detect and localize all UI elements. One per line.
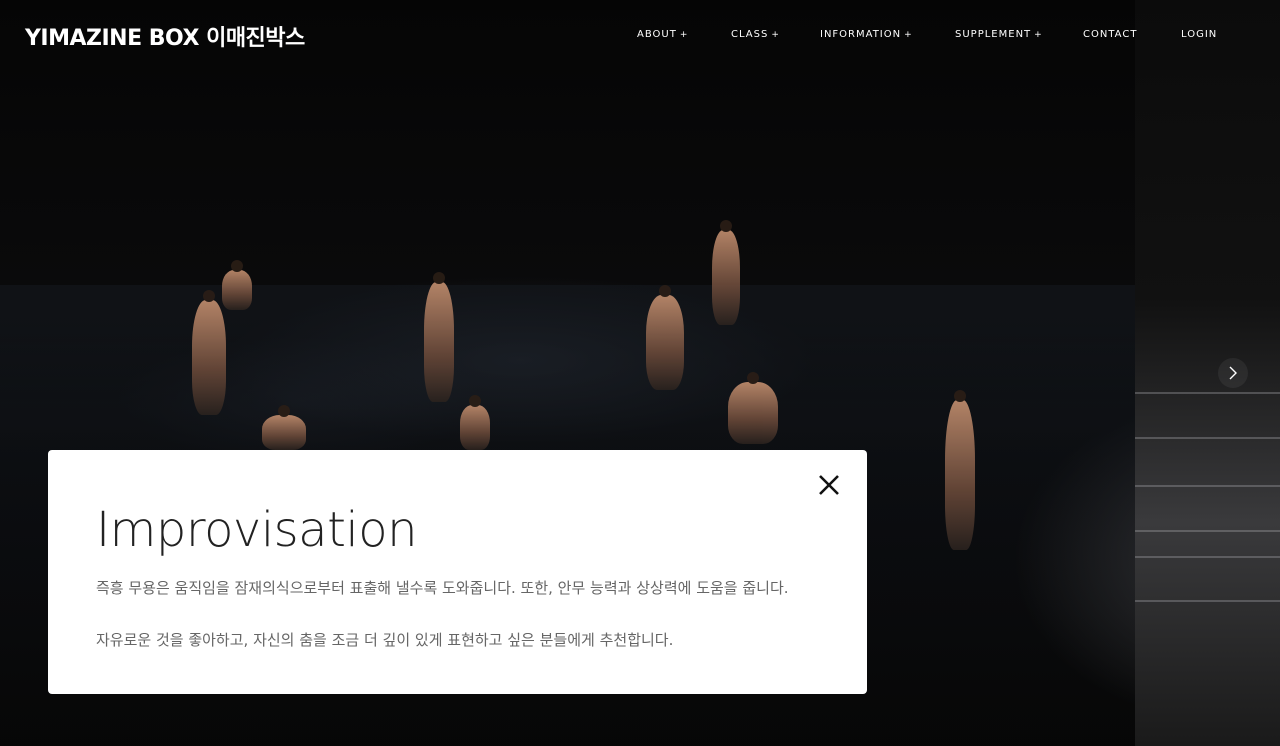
dancer-figure (262, 405, 306, 450)
slider-next-button[interactable] (1218, 358, 1248, 388)
dancer-figure (460, 395, 490, 450)
nav-label: INFORMATION (820, 29, 902, 40)
nav-label: SUPPLEMENT (955, 29, 1032, 40)
chevron-right-icon (1229, 366, 1237, 380)
dancer-figure (222, 260, 252, 310)
site-header: YIMAZINE BOX 이매진박스 ABOUT + CLASS + INFORMA… (0, 0, 1280, 70)
main-nav: ABOUT + CLASS + INFORMATION + SUPPLEMENT + C… (0, 29, 1280, 43)
plus-icon: + (1034, 30, 1043, 40)
class-info-card: Improvisation 즉흥 무용은 움직임을 잠재의식으로부터 표출해 낼… (48, 450, 867, 694)
card-paragraph: 즉흥 무용은 움직임을 잠재의식으로부터 표출해 낼수록 도와줍니다. 또한, … (96, 579, 789, 597)
dancer-figure (192, 290, 226, 415)
nav-item-contact[interactable]: CONTACT (1083, 29, 1137, 40)
nav-item-about[interactable]: ABOUT + (637, 29, 688, 40)
nav-label: LOGIN (1181, 29, 1218, 40)
dancer-figure (945, 390, 975, 550)
dancer-figure (646, 285, 684, 390)
page: YIMAZINE BOX 이매진박스 ABOUT + CLASS + INFORMA… (0, 0, 1280, 746)
nav-label: CLASS (731, 29, 769, 40)
plus-icon: + (904, 30, 913, 40)
card-paragraph: 자유로운 것을 좋아하고, 자신의 춤을 조금 더 깊이 있게 표현하고 싶은 … (96, 631, 674, 649)
nav-label: ABOUT (637, 29, 677, 40)
nav-item-information[interactable]: INFORMATION + (820, 29, 913, 40)
close-icon (819, 475, 839, 495)
dancer-figure (728, 372, 778, 444)
close-button[interactable] (816, 472, 842, 498)
dancer-figure (712, 220, 740, 325)
nav-item-class[interactable]: CLASS + (731, 29, 780, 40)
nav-item-supplement[interactable]: SUPPLEMENT + (955, 29, 1043, 40)
plus-icon: + (679, 30, 689, 40)
card-title: Improvisation (96, 502, 418, 558)
dancer-figure (424, 272, 454, 402)
plus-icon: + (771, 30, 780, 40)
nav-label: CONTACT (1083, 29, 1138, 40)
stage-side (1135, 0, 1280, 746)
nav-item-login[interactable]: LOGIN (1181, 29, 1217, 40)
